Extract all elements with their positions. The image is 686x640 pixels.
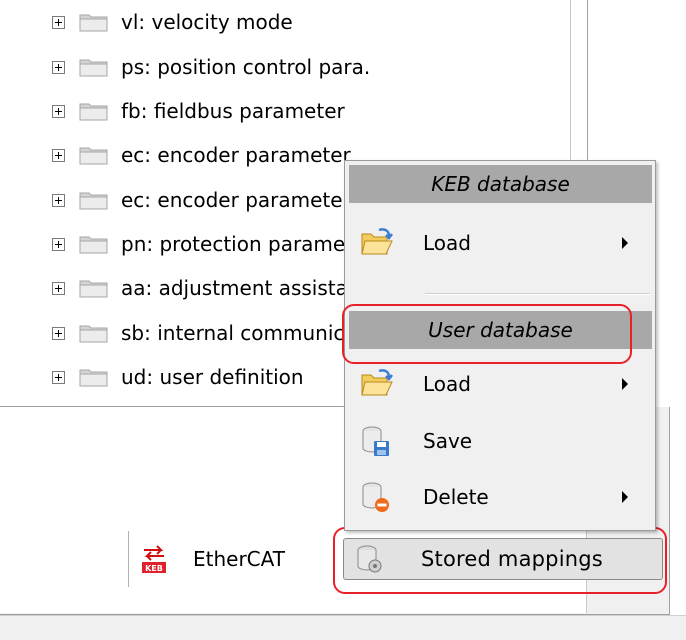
database-delete-icon (362, 482, 389, 512)
submenu-arrow-icon (622, 491, 628, 503)
user-load-label: Load (423, 372, 471, 396)
ethercat-label: EtherCAT (193, 547, 285, 571)
tree-item[interactable]: pn: protection parameter (52, 222, 374, 266)
tree-item-label: ec: encoder parameter (121, 143, 351, 167)
folder-icon (79, 59, 108, 77)
user-save-label: Save (423, 429, 473, 453)
keb-database-header: KEB database (349, 165, 652, 203)
folder-icon (79, 103, 108, 121)
tree-item-label: ud: user definition (121, 365, 304, 389)
user-save-menu-item[interactable]: Save (349, 418, 652, 464)
user-load-menu-item[interactable]: Load (349, 361, 652, 407)
user-delete-label: Delete (423, 485, 489, 509)
folder-icon (79, 325, 108, 343)
tree-item[interactable]: vl: velocity mode (52, 0, 293, 44)
expand-plus-icon[interactable] (52, 281, 65, 295)
tree-item-label: ec: encoder parameter (121, 188, 351, 212)
expand-plus-icon[interactable] (52, 326, 65, 340)
submenu-arrow-icon (622, 237, 628, 249)
submenu-arrow-icon (622, 378, 628, 390)
expand-plus-icon[interactable] (52, 193, 65, 207)
expand-plus-icon[interactable] (52, 370, 65, 384)
ethercat-status-item[interactable]: KEB EtherCAT (128, 531, 339, 587)
tree-item[interactable]: aa: adjustment assistant (52, 266, 368, 310)
expand-plus-icon[interactable] (52, 60, 65, 74)
tree-item[interactable]: ps: position control para. (52, 45, 370, 89)
user-database-highlight (342, 304, 632, 364)
folder-icon (79, 236, 108, 254)
tree-item[interactable]: ud: user definition (52, 355, 304, 399)
user-delete-menu-item[interactable]: Delete (349, 474, 652, 520)
tree-item-label: fb: fieldbus parameter (121, 99, 345, 123)
expand-plus-icon[interactable] (52, 237, 65, 251)
keb-load-label: Load (423, 231, 471, 255)
expand-plus-icon[interactable] (52, 104, 65, 118)
folder-icon (79, 280, 108, 298)
folder-icon (79, 369, 108, 387)
open-folder-icon (361, 369, 393, 396)
tree-item[interactable]: fb: fieldbus parameter (52, 89, 345, 133)
folder-icon (79, 192, 108, 210)
tree-item-label: pn: protection parameter (121, 232, 374, 256)
svg-text:KEB: KEB (145, 564, 163, 573)
bottom-scrollbar[interactable] (0, 615, 686, 640)
folder-icon (79, 147, 108, 165)
keb-ethercat-icon: KEB (142, 545, 166, 573)
tree-item-label: ps: position control para. (121, 55, 371, 79)
expand-plus-icon[interactable] (52, 15, 65, 29)
open-folder-icon (361, 228, 393, 255)
keb-database-header-label: KEB database (431, 172, 570, 196)
expand-plus-icon[interactable] (52, 148, 65, 162)
folder-icon (79, 14, 108, 32)
database-save-icon (362, 426, 389, 456)
stored-mappings-highlight (333, 527, 667, 594)
tree-item[interactable]: ec: encoder parameter (52, 133, 351, 177)
tree-item-label: vl: velocity mode (121, 10, 293, 34)
menu-separator (425, 293, 650, 295)
keb-load-menu-item[interactable]: Load (349, 220, 652, 266)
tree-item[interactable]: ec: encoder parameter (52, 178, 351, 222)
tree-item-label: aa: adjustment assistant (121, 276, 369, 300)
